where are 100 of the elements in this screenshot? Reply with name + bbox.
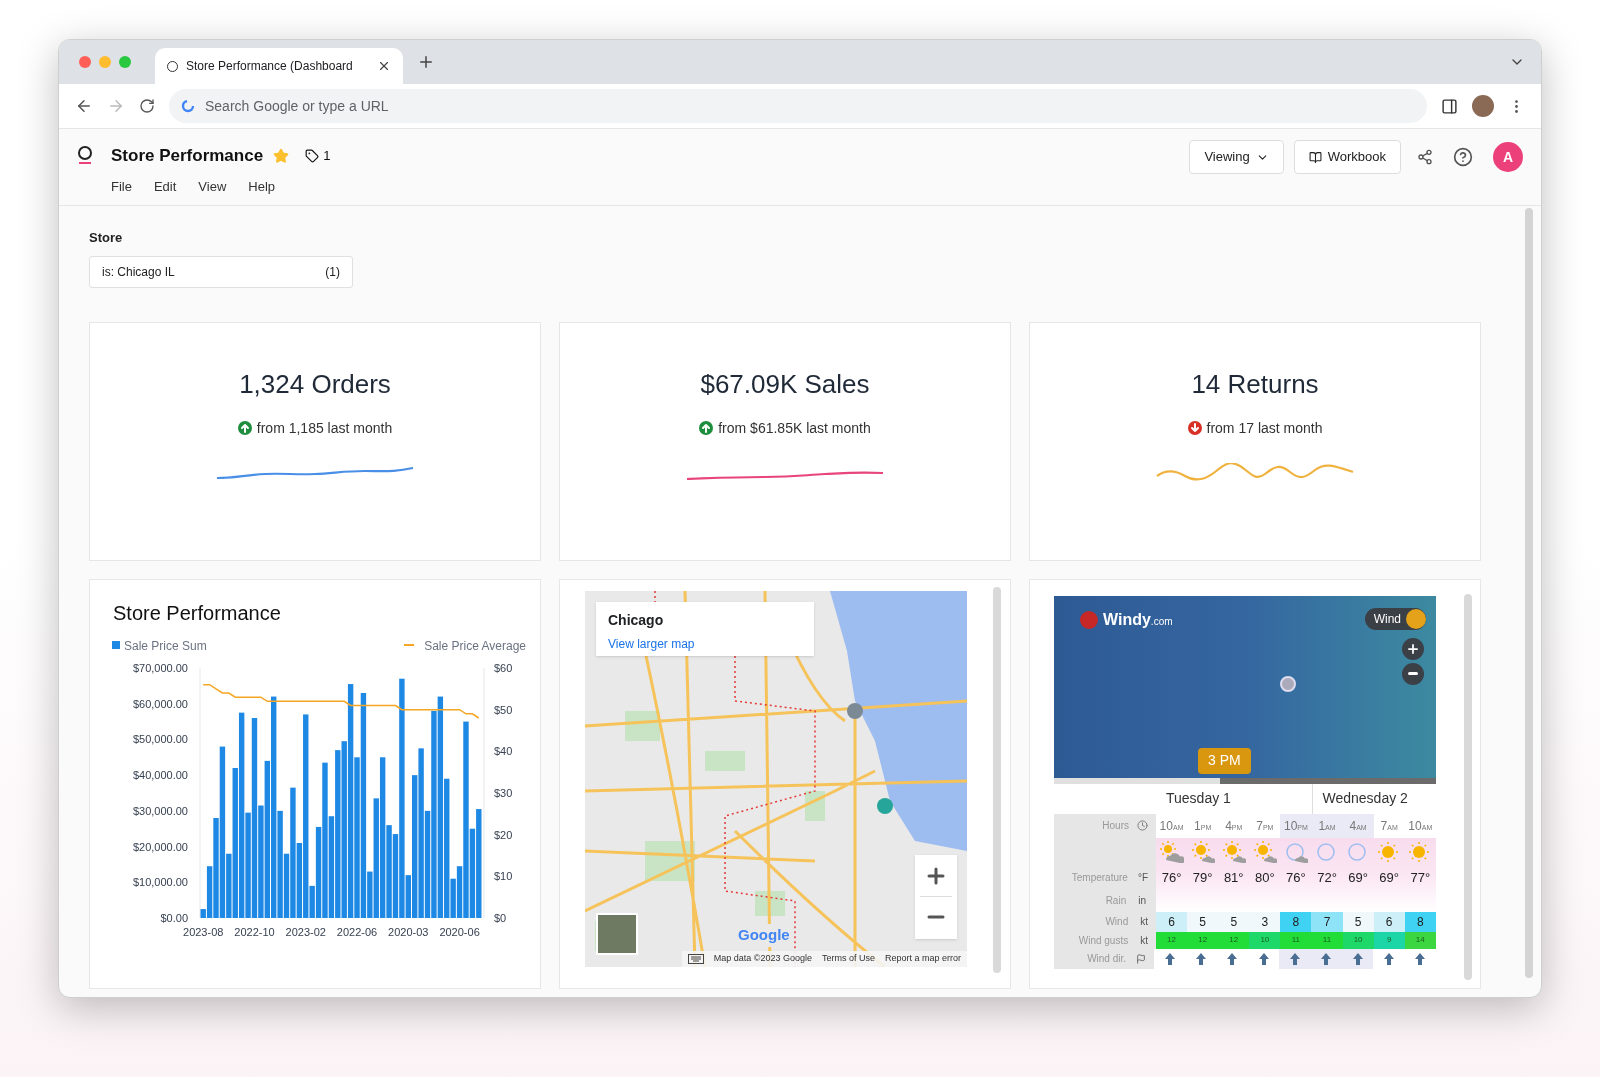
- tick-label: $20: [494, 828, 513, 841]
- user-avatar[interactable]: A: [1493, 142, 1523, 172]
- share-icon[interactable]: [1417, 149, 1433, 165]
- unit-label: in: [1138, 894, 1146, 908]
- tick-label: $70,000.00: [132, 661, 188, 674]
- temperature-value: 72°: [1317, 868, 1337, 887]
- help-icon[interactable]: [1453, 147, 1473, 167]
- tick-label: $60,000.00: [132, 697, 188, 710]
- tick-label: $60: [494, 661, 513, 674]
- tick-label: $10: [494, 869, 513, 882]
- satellite-thumbnail[interactable]: [596, 912, 638, 955]
- tick-label: $40: [494, 744, 513, 757]
- menu-item[interactable]: View: [198, 176, 227, 196]
- workbook-title: Store Performance: [111, 145, 264, 167]
- day-label: Tuesday 1: [1166, 789, 1231, 808]
- wind-speed-cell: 8: [1280, 911, 1312, 932]
- kpi-comparison: from 17 last month: [1206, 418, 1323, 438]
- scrollbar-thumb[interactable]: [993, 586, 1001, 973]
- temperature-value: 77°: [1410, 868, 1431, 887]
- reload-icon[interactable]: [139, 98, 155, 114]
- map-zoom-out[interactable]: [1402, 662, 1424, 685]
- back-icon[interactable]: [75, 97, 93, 115]
- windy-logo-icon: [1080, 610, 1098, 629]
- map-footer-link[interactable]: Report a map error: [884, 951, 961, 966]
- tick-label: $50: [494, 703, 513, 716]
- axis-title: Sale Price Average: [424, 638, 526, 653]
- side-panel-icon[interactable]: [1441, 97, 1458, 115]
- kpi-value: 14 Returns: [1191, 367, 1319, 401]
- row-label: Wind dir.: [1087, 952, 1127, 966]
- tick-label: $10,000.00: [132, 875, 188, 888]
- place-name: Chicago: [608, 610, 665, 630]
- tick-label: 2020-06: [439, 925, 480, 938]
- browser-tab[interactable]: Store Performance (Dashboard: [155, 48, 403, 84]
- timeline-bar[interactable]: [1054, 777, 1436, 784]
- map-footer-link[interactable]: Terms of Use: [821, 951, 875, 966]
- scrollbar-thumb[interactable]: [1525, 208, 1533, 978]
- store-filter[interactable]: is: Chicago IL (1): [89, 255, 353, 288]
- time-badge: 3 PM: [1198, 747, 1251, 774]
- close-icon[interactable]: [377, 59, 391, 73]
- wind-arrow-icon: [1258, 952, 1269, 965]
- wind-arrow-icon: [1227, 952, 1238, 965]
- wind-speed-cell: 5: [1218, 911, 1250, 932]
- tick-label: $50,000.00: [132, 732, 188, 745]
- search-engine-icon: [181, 99, 195, 113]
- viewing-dropdown[interactable]: Viewing: [1189, 140, 1284, 174]
- kpi-comparison: from $61.85K last month: [718, 418, 871, 438]
- temperature-value: 76°: [1286, 868, 1306, 887]
- wind-speed-cell: 3: [1249, 911, 1281, 932]
- tick-label: $30,000.00: [132, 804, 188, 817]
- menu-item[interactable]: Edit: [153, 176, 177, 196]
- wind-speed-cell: 5: [1187, 911, 1219, 932]
- tick-label: 2020-03: [388, 925, 429, 938]
- tick-label: 2023-02: [285, 925, 326, 938]
- new-tab-icon[interactable]: [417, 53, 435, 71]
- larger-map-link[interactable]: View larger map: [608, 634, 695, 653]
- zoom-in-icon: [1406, 641, 1420, 656]
- wind-layer-icon: [1406, 608, 1426, 629]
- tick-label: $0: [494, 911, 507, 924]
- tick-label: $40,000.00: [132, 768, 188, 781]
- location-marker-icon: [1280, 675, 1296, 692]
- temperature-value: 69°: [1379, 868, 1400, 887]
- wind-speed-cell: 7: [1311, 911, 1343, 932]
- menu-item[interactable]: Help: [248, 176, 276, 196]
- tick-label: $0.00: [160, 911, 188, 924]
- address-bar[interactable]: Search Google or type a URL: [169, 89, 1427, 123]
- row-label: Rain: [1105, 894, 1127, 908]
- menu-item[interactable]: File: [111, 176, 132, 196]
- address-placeholder: Search Google or type a URL: [205, 96, 389, 116]
- axis-title: Sale Price Sum: [124, 638, 207, 653]
- profile-avatar[interactable]: [1472, 95, 1494, 117]
- temperature-value: 79°: [1192, 868, 1213, 887]
- unit-label: kt: [1140, 915, 1148, 929]
- map-zoom-in[interactable]: [1402, 637, 1424, 660]
- legend-swatch: [112, 640, 120, 649]
- wind-arrow-icon: [1384, 952, 1394, 965]
- filter-label: Store: [89, 229, 124, 247]
- flag-icon: [1136, 953, 1147, 964]
- temperature-value: 69°: [1348, 868, 1368, 887]
- workbook-button[interactable]: Workbook: [1293, 140, 1401, 174]
- tick-label: 2022-06: [336, 925, 378, 938]
- keyboard-icon[interactable]: [687, 953, 704, 964]
- tick-label: 2022-10: [234, 925, 275, 938]
- kpi-value: 1,324 Orders: [239, 367, 391, 401]
- wind-speed-cell: 6: [1156, 911, 1188, 932]
- kpi-comparison: from 1,185 last month: [256, 418, 393, 438]
- tag-count[interactable]: 1: [305, 146, 331, 166]
- tick-label: $20,000.00: [132, 840, 188, 853]
- unit-label: kt: [1140, 933, 1148, 948]
- row-label: Hours: [1102, 819, 1129, 833]
- unit-label: °F: [1137, 871, 1148, 885]
- wind-arrow-icon: [1290, 952, 1300, 965]
- layer-toggle[interactable]: Wind: [1364, 607, 1426, 630]
- favorite-star-icon[interactable]: [273, 147, 290, 164]
- scrollbar-thumb[interactable]: [1464, 593, 1472, 980]
- row-label: Wind: [1105, 915, 1129, 929]
- app-logo-icon: [77, 145, 93, 165]
- row-label: Wind gusts: [1078, 933, 1129, 948]
- tick-label: $30: [494, 786, 513, 799]
- row-label: Temperature: [1071, 871, 1128, 885]
- kpi-value: $67.09K Sales: [700, 367, 870, 401]
